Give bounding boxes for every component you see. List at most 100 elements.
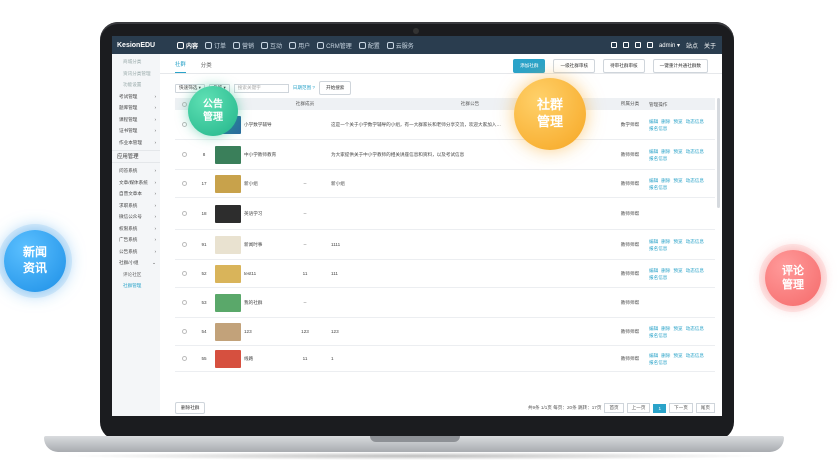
recount-button[interactable]: 一键重计共通社群数 xyxy=(652,59,708,73)
op-link[interactable]: 删除 xyxy=(661,177,670,184)
prev-page-button[interactable]: 上一页 xyxy=(626,403,651,413)
op-link[interactable]: 编辑 xyxy=(649,148,658,155)
community-name[interactable]: 小学数学辅导 xyxy=(244,122,272,128)
sidebar-item[interactable]: 自营文章本 › xyxy=(112,188,160,200)
op-link[interactable]: 删除 xyxy=(661,325,670,332)
op-link[interactable]: 报名信息 xyxy=(649,359,667,366)
sidebar-item[interactable]: 公告系统 › xyxy=(112,246,160,258)
table-row[interactable]: 8 中小学教师教育 为大家提供关于中小学教师的相关讲座信息和资料，以及考试信息 教师师… xyxy=(175,140,715,170)
op-link[interactable]: 删除 xyxy=(661,148,670,155)
op-link[interactable]: 删除 xyxy=(661,267,670,274)
table-row[interactable]: 55 线路 11 1 教师师帮 编辑 删除 预览 动态信息 报名信息 xyxy=(175,346,715,372)
community-name[interactable]: 英语学习 xyxy=(244,211,262,217)
sidebar-item[interactable]: 权限系统 › xyxy=(112,223,160,235)
sidebar-item[interactable]: 证书管理 › xyxy=(112,125,160,137)
table-row[interactable]: 53 我的社群 -- 教师师帮 xyxy=(175,288,715,318)
table-row[interactable]: 18 英语学习 -- 教师师帮 xyxy=(175,198,715,230)
community-name[interactable]: 新小组 xyxy=(244,181,258,187)
op-link[interactable]: 编辑 xyxy=(649,267,658,274)
sidebar-item[interactable]: 社群/小组 ⌄ xyxy=(112,257,160,269)
site-link[interactable]: 站点 xyxy=(686,41,698,50)
op-link[interactable]: 删除 xyxy=(661,118,670,125)
sidebar-item[interactable]: 广告系统 › xyxy=(112,234,160,246)
sidebar-item[interactable]: 资讯分类管理 xyxy=(112,68,160,80)
sidebar-item[interactable]: 课程管理 › xyxy=(112,114,160,126)
mobile-icon[interactable] xyxy=(634,42,641,48)
community-name[interactable]: 我的社群 xyxy=(244,300,262,306)
about-link[interactable]: 关于 xyxy=(704,41,716,50)
op-link[interactable]: 预览 xyxy=(673,352,682,359)
row-checkbox[interactable] xyxy=(181,300,187,305)
op-link[interactable]: 预览 xyxy=(673,177,682,184)
nav-item-7[interactable]: 云服务 xyxy=(386,41,414,50)
op-link[interactable]: 报名信息 xyxy=(649,155,667,162)
desktop-icon[interactable] xyxy=(622,42,629,48)
search-input[interactable]: 搜索关键字 xyxy=(233,83,289,93)
sidebar-item[interactable]: 题库管理 › xyxy=(112,102,160,114)
nav-item-6[interactable]: 配置 xyxy=(358,41,380,50)
community-name[interactable]: 线路 xyxy=(244,356,253,362)
scrollbar[interactable] xyxy=(717,98,720,208)
sidebar-item[interactable]: 微信公众号 › xyxy=(112,211,160,223)
tab-category[interactable]: 分类 xyxy=(201,61,212,73)
pending-review-button[interactable]: 待审社群审核 xyxy=(603,59,645,73)
last-page-button[interactable]: 尾页 xyxy=(695,403,715,413)
op-link[interactable]: 报名信息 xyxy=(649,274,667,281)
row-checkbox[interactable] xyxy=(181,152,187,157)
community-name[interactable]: test11 xyxy=(244,271,256,276)
op-link[interactable]: 预览 xyxy=(673,238,682,245)
sidebar-item[interactable]: 评论社区 xyxy=(112,269,160,281)
row-checkbox[interactable] xyxy=(181,242,187,247)
op-link[interactable]: 预览 xyxy=(673,267,682,274)
op-link[interactable]: 预览 xyxy=(673,148,682,155)
op-link[interactable]: 动态信息 xyxy=(686,267,704,274)
row-checkbox[interactable] xyxy=(181,122,187,127)
op-link[interactable]: 编辑 xyxy=(649,325,658,332)
table-row[interactable]: 17 新小组 -- 新小组 教师师帮 编辑 删除 预览 动态信息 报名信息 xyxy=(175,170,715,198)
nav-item-0[interactable]: 内容 xyxy=(177,41,198,50)
review-button[interactable]: 一级社群审核 xyxy=(553,59,596,73)
community-name[interactable]: 新闻时事 xyxy=(244,242,262,248)
community-name[interactable]: 中小学教师教育 xyxy=(244,152,276,158)
row-checkbox[interactable] xyxy=(181,271,187,276)
sidebar-item[interactable]: 文章/媒体系统 › xyxy=(112,177,160,189)
sidebar-item[interactable]: 功能设置 xyxy=(112,79,160,91)
next-page-button[interactable]: 下一页 xyxy=(669,403,693,413)
op-link[interactable]: 编辑 xyxy=(649,118,658,125)
nav-item-4[interactable]: 用户 xyxy=(289,41,310,50)
row-checkbox[interactable] xyxy=(181,181,187,186)
sidebar-item[interactable]: 商城分类 xyxy=(112,56,160,68)
sidebar-item[interactable]: 作业本管理 › xyxy=(112,137,160,149)
op-link[interactable]: 动态信息 xyxy=(686,325,704,332)
op-link[interactable]: 删除 xyxy=(661,352,670,359)
first-page-button[interactable]: 首页 xyxy=(604,403,624,413)
table-row[interactable]: 91 新闻时事 -- 1111 教师师帮 编辑 删除 预览 动态信息 报名信息 xyxy=(175,230,715,260)
row-checkbox[interactable] xyxy=(181,211,187,216)
op-link[interactable]: 编辑 xyxy=(649,238,658,245)
nav-item-5[interactable]: CRM管理 xyxy=(317,41,352,50)
nav-item-3[interactable]: 互动 xyxy=(261,41,282,50)
nav-item-2[interactable]: 营销 xyxy=(233,41,254,50)
op-link[interactable]: 动态信息 xyxy=(686,118,704,125)
row-checkbox[interactable] xyxy=(181,329,187,334)
sidebar-item[interactable]: 社群管理 xyxy=(112,280,160,292)
op-link[interactable]: 删除 xyxy=(661,238,670,245)
op-link[interactable]: 动态信息 xyxy=(686,148,704,155)
op-link[interactable]: 报名信息 xyxy=(649,245,667,252)
sidebar-item[interactable]: 求职系统 › xyxy=(112,200,160,212)
op-link[interactable]: 动态信息 xyxy=(686,238,704,245)
date-range-link[interactable]: 日期范围 ? xyxy=(293,85,315,91)
sidebar-item[interactable]: 考试管理 › xyxy=(112,91,160,103)
community-name[interactable]: 123 xyxy=(244,329,252,334)
tab-community[interactable]: 社群 xyxy=(175,60,186,73)
row-checkbox[interactable] xyxy=(181,356,187,361)
table-row[interactable]: 52 test11 11 111 教师师帮 编辑 删除 预览 动态信息 报名信息 xyxy=(175,260,715,288)
op-link[interactable]: 动态信息 xyxy=(686,352,704,359)
refresh-icon[interactable] xyxy=(646,42,653,48)
search-button[interactable]: 开始搜索 xyxy=(319,81,352,95)
table-row[interactable]: 小学数学辅导 这是一个关于小学数学辅导的小组，有一大群家长和老师分享交流，欢迎大家… xyxy=(175,110,715,140)
add-community-button[interactable]: 添加社群 xyxy=(513,59,546,73)
op-link[interactable]: 编辑 xyxy=(649,177,658,184)
nav-item-1[interactable]: 订单 xyxy=(205,41,226,50)
op-link[interactable]: 编辑 xyxy=(649,352,658,359)
